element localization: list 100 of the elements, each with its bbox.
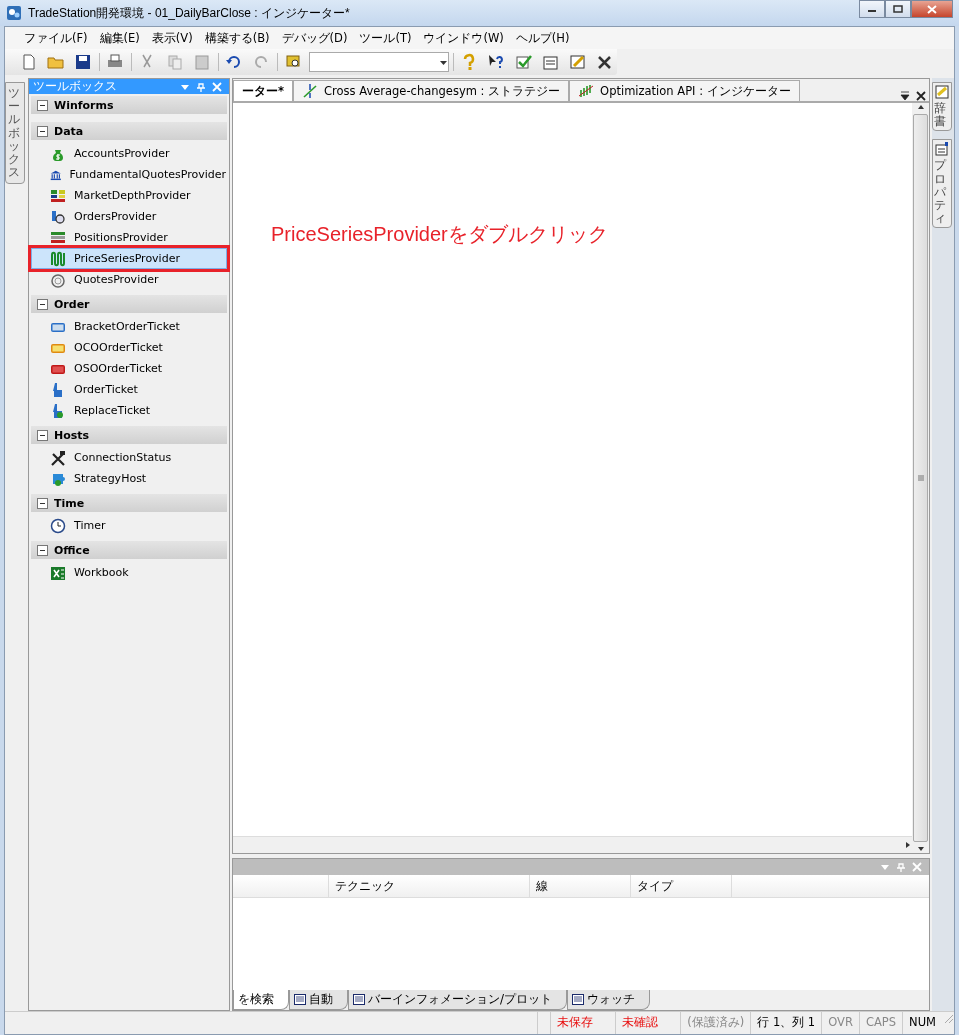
- dropdown-icon: [880, 862, 890, 872]
- menu-item[interactable]: ヘルプ(H): [510, 28, 575, 48]
- window-title: TradeStation開発環境 - 01_DailyBarClose : インジケーター*: [28, 4, 351, 22]
- panel-title: ツールボックス: [33, 78, 118, 95]
- toolbox-item[interactable]: QuotesProvider: [31, 269, 227, 290]
- category-header[interactable]: Hosts: [31, 426, 227, 444]
- category-label: Time: [54, 496, 85, 510]
- clock-icon: [50, 517, 66, 534]
- collapse-toggle[interactable]: [37, 544, 48, 556]
- category-header[interactable]: Time: [31, 494, 227, 512]
- menu-item[interactable]: ウインドウ(W): [418, 28, 509, 48]
- toolbox-item[interactable]: ReplaceTicket: [31, 400, 227, 421]
- edit-window-icon: [569, 53, 588, 71]
- toolbox-item[interactable]: ConnectionStatus: [31, 447, 227, 468]
- editor-tab[interactable]: Cross Average-changesym : ストラテジー: [293, 80, 570, 101]
- properties-icon: [935, 142, 949, 157]
- editor-tab[interactable]: Optimization API : インジケーター: [569, 80, 800, 101]
- minimize-button[interactable]: [859, 0, 885, 18]
- editor-tab[interactable]: ーター*: [233, 80, 293, 101]
- collapse-toggle[interactable]: [37, 429, 48, 441]
- toolbox-item[interactable]: PositionsProvider: [31, 227, 227, 248]
- status-field: 未確認: [615, 1012, 681, 1034]
- close-button[interactable]: [911, 0, 953, 18]
- menu-item[interactable]: 構築する(B): [199, 28, 275, 48]
- category-label: Winforms: [54, 98, 114, 112]
- app-icon: [6, 5, 22, 21]
- toolbar-dropdown[interactable]: [309, 52, 449, 72]
- collapse-toggle[interactable]: [37, 99, 48, 111]
- pin-icon: [196, 81, 206, 92]
- collapse-toggle[interactable]: [37, 497, 48, 509]
- dock-tab[interactable]: ツールボックス: [5, 82, 25, 185]
- toolbox-item[interactable]: StrategyHost: [31, 468, 227, 489]
- hammer-wrench-icon: [50, 449, 66, 466]
- panel-tab[interactable]: ウォッチ: [567, 990, 651, 1010]
- toolbox-item[interactable]: OSOOrderTicket: [31, 358, 227, 379]
- dock-tab-label: プロパティ: [934, 159, 948, 226]
- toolbox-item[interactable]: Timer: [31, 515, 227, 536]
- menu-item[interactable]: 編集(E): [94, 28, 145, 48]
- category-header[interactable]: Order: [31, 295, 227, 313]
- color-grid-icon: [50, 187, 66, 204]
- toolbox-item[interactable]: OrderTicket: [31, 379, 227, 400]
- column-header[interactable]: タイプ: [630, 875, 731, 897]
- magnifier-icon: [50, 208, 66, 225]
- status-field: CAPS: [858, 1012, 903, 1034]
- maximize-button[interactable]: [885, 0, 911, 18]
- up-arrow-icon: [916, 103, 925, 111]
- menu-item[interactable]: ファイル(F): [19, 28, 93, 48]
- toolbox-item[interactable]: MarketDepthProvider: [31, 185, 227, 206]
- column-header[interactable]: テクニック: [328, 875, 529, 897]
- status-field: NUM: [902, 1012, 942, 1034]
- close-icon: [916, 91, 926, 101]
- window-icon: [572, 994, 585, 1005]
- category-label: Data: [54, 124, 84, 138]
- tab-list-button[interactable]: [897, 91, 913, 101]
- category-header[interactable]: Winforms: [31, 96, 227, 114]
- toolbox-item[interactable]: BracketOrderTicket: [31, 316, 227, 337]
- toolbox-item[interactable]: Workbook: [31, 562, 227, 583]
- close-icon: [212, 81, 222, 92]
- column-header[interactable]: 線: [529, 875, 630, 897]
- menu-item[interactable]: 表示(V): [146, 28, 198, 48]
- close-tab-button[interactable]: [913, 91, 929, 101]
- window-icon: [353, 994, 365, 1005]
- panel-tab[interactable]: を検索: [233, 990, 289, 1010]
- toolbox-item[interactable]: OrdersProvider: [31, 206, 227, 227]
- panel-tab[interactable]: 自動: [289, 990, 348, 1010]
- grip-icon: [917, 475, 924, 481]
- category-label: Hosts: [54, 428, 90, 442]
- category-label: Order: [54, 297, 90, 311]
- close-icon: [927, 4, 937, 14]
- dock-tab-label: 辞書: [934, 102, 947, 129]
- status-field: OVR: [821, 1012, 859, 1034]
- collapse-toggle[interactable]: [37, 298, 48, 310]
- right-arrow-icon: [904, 841, 912, 849]
- window-icon: [294, 994, 306, 1005]
- spreadsheet-icon: [50, 564, 66, 581]
- pointing-hand-icon: [50, 402, 66, 419]
- panel-button[interactable]: [209, 81, 225, 92]
- collapse-toggle[interactable]: [37, 125, 48, 137]
- resize-grip-icon: [942, 1012, 954, 1024]
- category-header[interactable]: Data: [31, 122, 227, 140]
- status-field: 未保存: [550, 1012, 616, 1034]
- panel-tab[interactable]: バーインフォメーション/プロット: [348, 990, 568, 1010]
- properties-icon: [541, 53, 560, 71]
- status-field: (保護済み): [680, 1012, 751, 1034]
- menu-item[interactable]: ツール(T): [354, 28, 417, 48]
- toolbox-item[interactable]: FundamentalQuotesProvider: [31, 164, 227, 185]
- dropdown-icon: [900, 91, 910, 101]
- toolbox-item[interactable]: PriceSeriesProvider: [31, 248, 227, 269]
- stacked-bars-icon: [50, 229, 66, 246]
- dock-tab[interactable]: プロパティ: [932, 139, 952, 229]
- dock-tab[interactable]: 辞書: [932, 82, 952, 132]
- down-arrow-icon: [916, 845, 925, 853]
- toolbox-item[interactable]: AccountsProvider: [31, 143, 227, 164]
- menu-item[interactable]: デバッグ(D): [276, 28, 353, 48]
- category-header[interactable]: Office: [31, 541, 227, 559]
- toolbox-item[interactable]: OCOOrderTicket: [31, 337, 227, 358]
- horizontal-scrollbar[interactable]: [233, 836, 912, 853]
- wave-icon: [50, 250, 66, 267]
- panel-button[interactable]: [909, 862, 925, 872]
- pencil-book-icon: [935, 85, 949, 99]
